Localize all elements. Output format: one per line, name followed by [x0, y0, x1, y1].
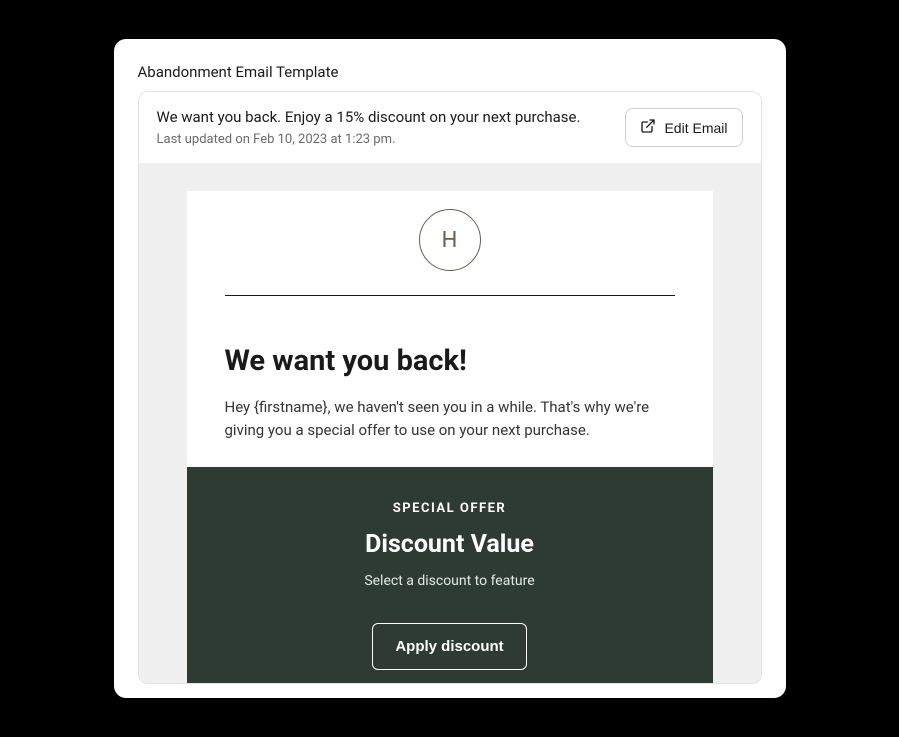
- edit-email-button[interactable]: Edit Email: [625, 108, 742, 147]
- template-card: We want you back. Enjoy a 15% discount o…: [138, 91, 762, 684]
- email-top: H: [187, 191, 713, 318]
- card-header-text: We want you back. Enjoy a 15% discount o…: [157, 108, 610, 147]
- email-mock: H We want you back! Hey {firstname}, we …: [187, 191, 713, 683]
- offer-block: SPECIAL OFFER Discount Value Select a di…: [187, 467, 713, 684]
- apply-discount-button[interactable]: Apply discount: [372, 623, 526, 670]
- email-body: We want you back! Hey {firstname}, we ha…: [187, 318, 713, 467]
- offer-label: SPECIAL OFFER: [211, 501, 689, 516]
- email-heading: We want you back!: [225, 344, 675, 378]
- offer-value: Discount Value: [211, 530, 689, 559]
- card-header: We want you back. Enjoy a 15% discount o…: [139, 92, 761, 163]
- offer-hint: Select a discount to feature: [211, 573, 689, 589]
- email-subject: We want you back. Enjoy a 15% discount o…: [157, 108, 610, 126]
- external-link-icon: [640, 118, 656, 137]
- divider: [225, 295, 675, 296]
- email-preview-area: H We want you back! Hey {firstname}, we …: [139, 163, 761, 683]
- template-panel: Abandonment Email Template We want you b…: [114, 39, 786, 698]
- email-body-text: Hey {firstname}, we haven't seen you in …: [225, 396, 675, 441]
- last-updated: Last updated on Feb 10, 2023 at 1:23 pm.: [157, 132, 610, 147]
- logo-circle: H: [419, 209, 481, 271]
- edit-email-label: Edit Email: [664, 120, 727, 136]
- section-title: Abandonment Email Template: [138, 63, 762, 81]
